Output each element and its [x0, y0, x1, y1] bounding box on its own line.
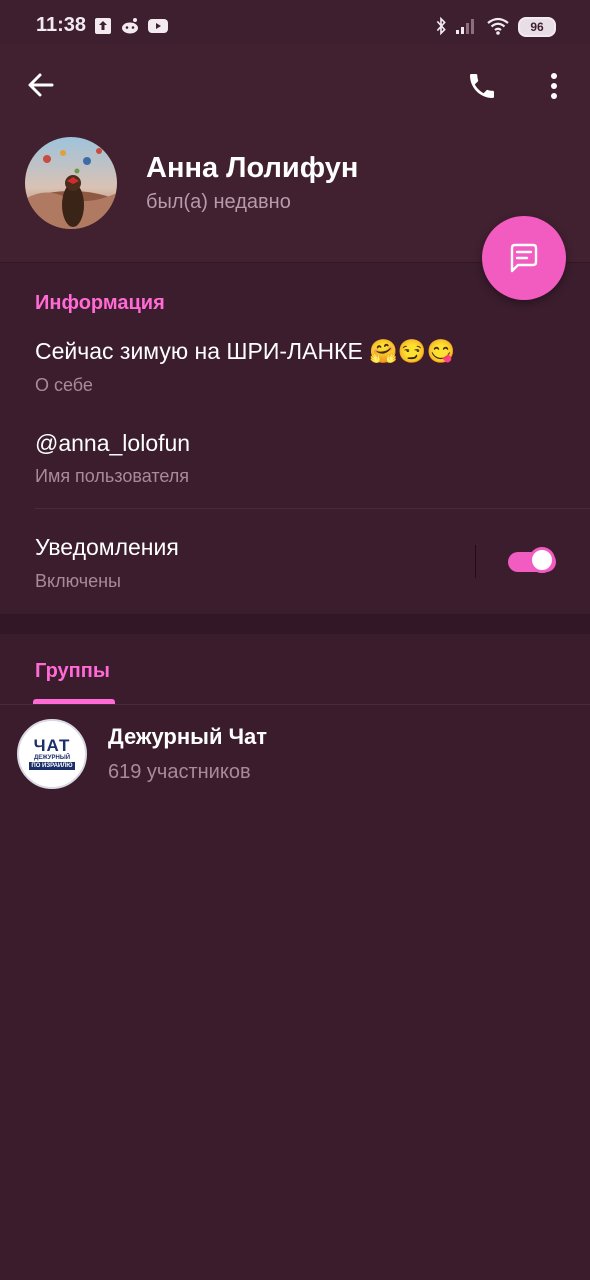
username-label: Имя пользователя	[35, 466, 190, 486]
group-avatar-subtext-2: ПО ИЗРАИЛЮ	[29, 762, 75, 770]
tabs-divider	[0, 704, 590, 705]
status-time: 11:38	[36, 14, 87, 36]
signal-icon	[456, 19, 474, 34]
username-text[interactable]: @anna_lolofun	[35, 430, 190, 457]
profile-name: Анна Лолифун	[146, 152, 359, 184]
group-name[interactable]: Дежурный Чат	[108, 724, 267, 750]
avatar[interactable]	[25, 137, 117, 229]
group-avatar[interactable]: ЧАТ ДЕЖУРНЫЙ ПО ИЗРАИЛЮ	[17, 719, 87, 789]
toggle-separator	[475, 545, 476, 578]
bluetooth-icon	[436, 16, 446, 36]
last-seen-status: был(а) недавно	[146, 191, 291, 213]
send-message-button[interactable]	[482, 216, 566, 300]
info-section-title: Информация	[35, 292, 165, 314]
message-icon	[510, 243, 538, 273]
battery-icon: 96	[518, 17, 556, 37]
notifications-label[interactable]: Уведомления	[35, 534, 179, 561]
arrow-left-icon[interactable]	[26, 70, 56, 100]
wifi-icon	[487, 17, 509, 35]
youtube-icon	[148, 19, 168, 33]
reddit-icon	[122, 18, 138, 34]
notifications-toggle-knob[interactable]	[529, 547, 555, 573]
group-members: 619 участников	[108, 761, 251, 783]
more-vert-icon[interactable]	[542, 70, 566, 102]
upload-icon	[95, 18, 111, 34]
bio-text[interactable]: Сейчас зимую на ШРИ-ЛАНКЕ 🤗😏😋	[35, 338, 455, 365]
notifications-state: Включены	[35, 571, 121, 591]
divider	[35, 508, 590, 509]
group-avatar-text: ЧАТ	[33, 736, 71, 755]
group-avatar-subtext: ДЕЖУРНЫЙ	[33, 755, 71, 761]
phone-icon[interactable]	[466, 70, 498, 102]
section-gap	[0, 614, 590, 634]
tab-groups[interactable]: Группы	[35, 660, 110, 683]
bio-label: О себе	[35, 375, 93, 395]
